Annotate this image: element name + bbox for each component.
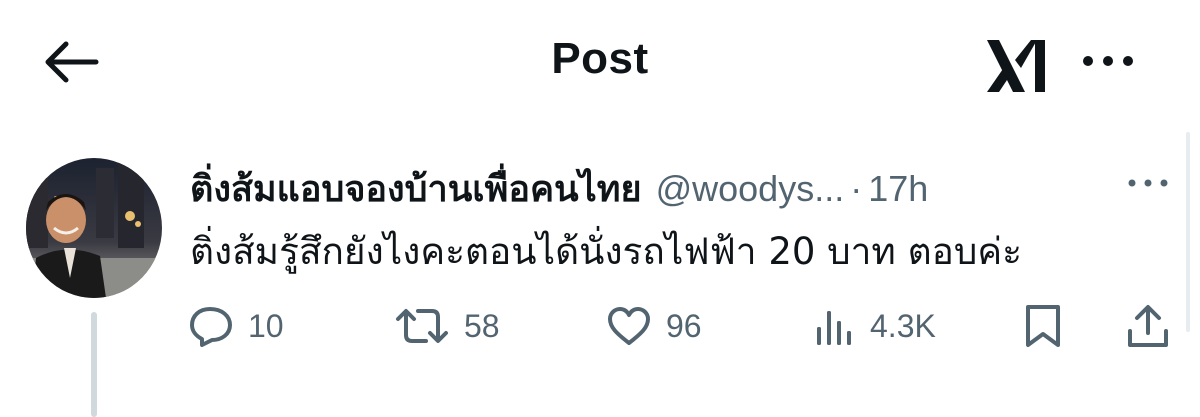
scrollbar[interactable] [1186,132,1190,332]
reply-count: 10 [248,307,284,344]
post-more-button[interactable] [1126,176,1170,190]
repost-count: 58 [464,307,500,344]
thread-line [91,312,97,417]
reply-icon [188,305,234,347]
grok-logo-icon [987,40,1045,92]
share-button[interactable] [1126,303,1170,349]
views-chart-icon [814,305,856,347]
repost-button[interactable]: 58 [394,303,500,349]
like-count: 96 [666,307,702,344]
heart-icon [606,305,652,347]
share-icon [1126,303,1170,349]
more-horizontal-icon [1128,179,1168,187]
views-button[interactable]: 4.3K [814,303,936,349]
reply-button[interactable]: 10 [188,303,284,349]
user-avatar-photo [26,158,162,298]
author-handle[interactable]: @woodys... [656,168,845,210]
separator-dot: · [850,168,863,209]
post-text: ติ่งส้มรู้สึกยังไงคะตอนได้นั่งรถไฟฟ้า 20… [190,230,1022,273]
grok-button[interactable] [985,36,1049,96]
post-detail-screen: Post ติ่งส้มแอบจองบ้านเพื่อคนไทย @woodys… [0,0,1200,417]
top-bar: Post [0,0,1200,120]
repost-icon [394,305,450,347]
post-header: ติ่งส้มแอบจองบ้านเพื่อคนไทย @woodys... ·… [190,160,928,210]
more-options-button[interactable] [1080,46,1136,76]
more-horizontal-icon [1083,56,1133,66]
author-name[interactable]: ติ่งส้มแอบจองบ้านเพื่อคนไทย [190,160,642,217]
avatar[interactable] [26,158,162,298]
post-timestamp[interactable]: 17h [868,168,928,210]
views-count: 4.3K [870,307,936,344]
bookmark-icon [1024,303,1062,349]
like-button[interactable]: 96 [606,303,702,349]
bookmark-button[interactable] [1024,303,1062,349]
